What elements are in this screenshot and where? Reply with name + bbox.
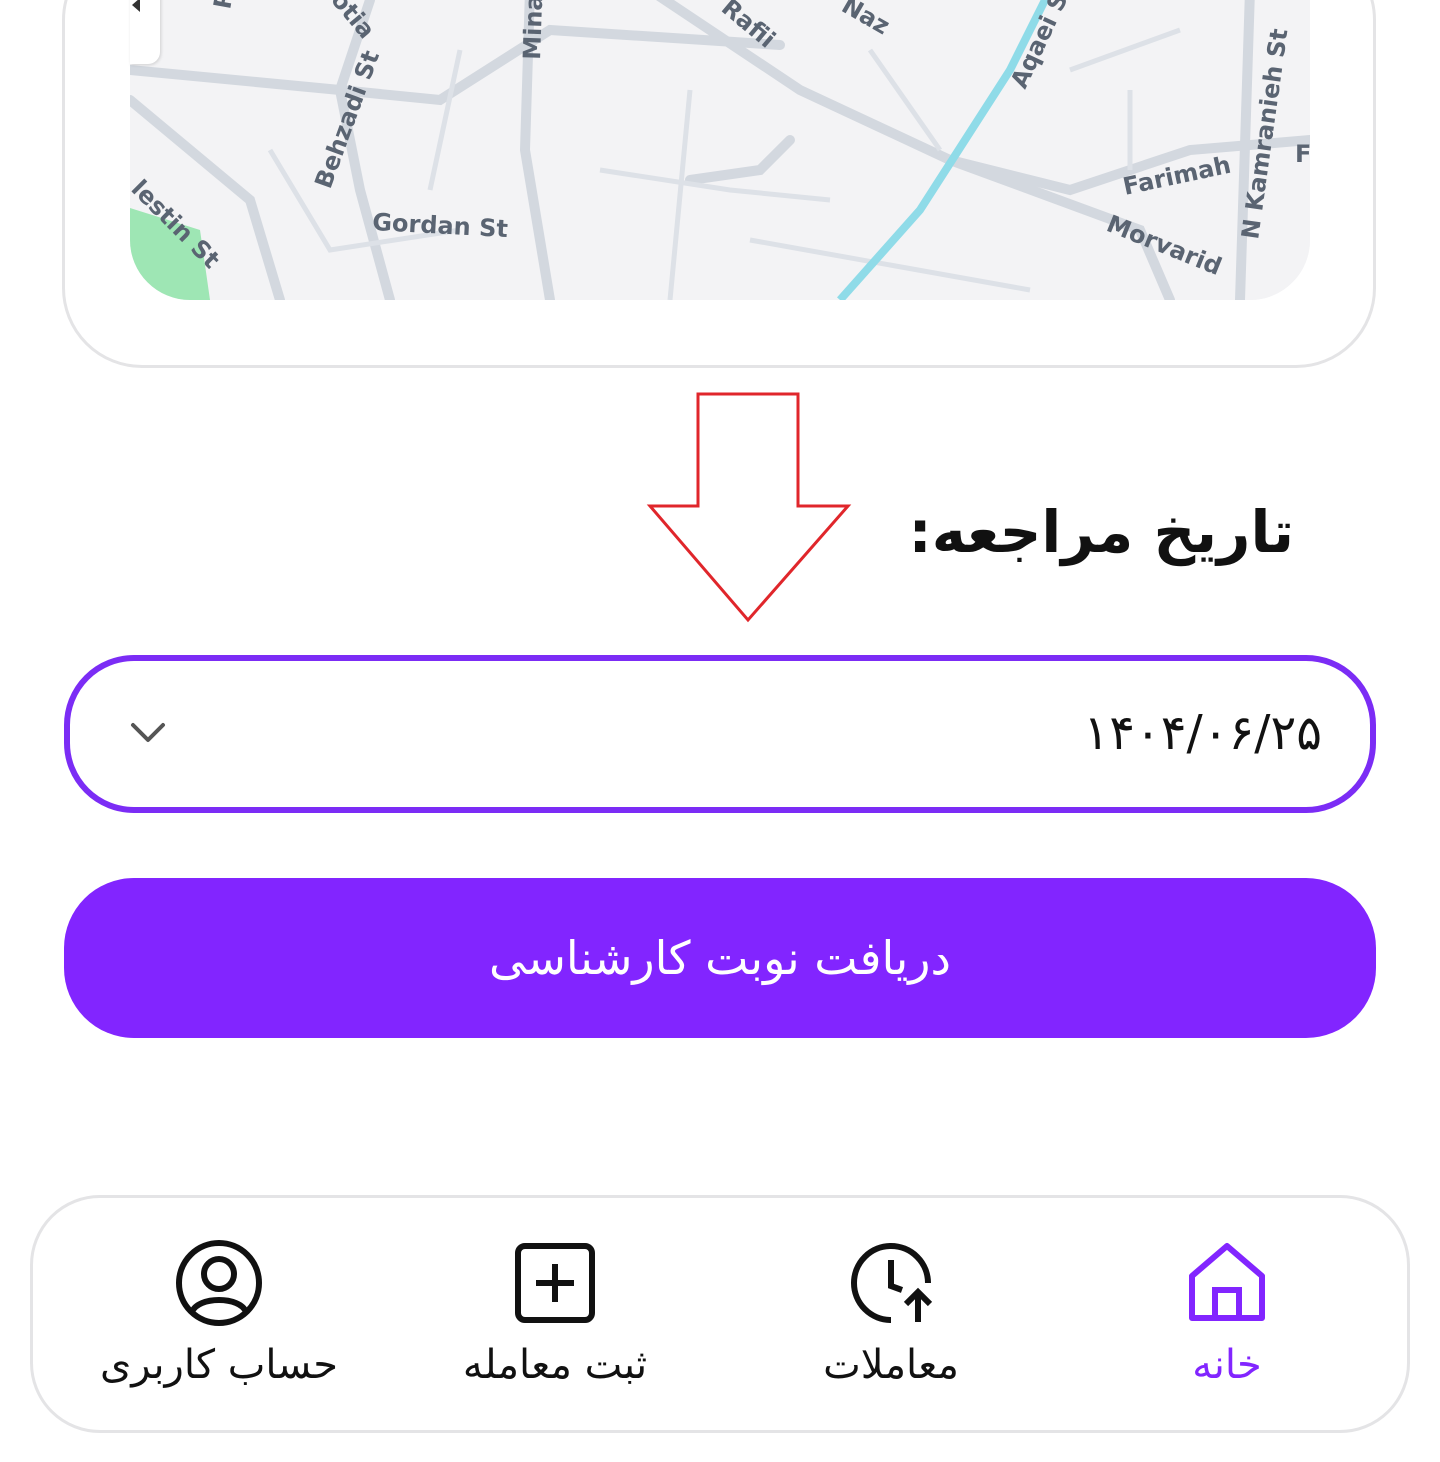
arrow-down-annotation <box>646 392 852 623</box>
map-collapse-handle[interactable] <box>130 0 160 64</box>
home-icon <box>1189 1243 1265 1321</box>
nav-label-home: خانه <box>1192 1342 1262 1388</box>
chevron-down-icon <box>131 723 165 742</box>
date-label: تاریخ مراجعه: <box>908 498 1295 566</box>
nav-item-transactions[interactable]: معاملات <box>741 1238 1041 1388</box>
plus-square-icon <box>515 1243 595 1323</box>
nav-label-account: حساب کاربری <box>99 1342 339 1388</box>
get-appointment-button[interactable]: دریافت نوبت کارشناسی <box>64 878 1376 1038</box>
map-view[interactable]: Ra otia Mina Rafii Naz Aqaei St Behzadi … <box>130 0 1310 300</box>
date-value: ۱۴۰۴/۰۶/۲۵ <box>1083 705 1322 761</box>
nav-item-account[interactable]: حساب کاربری <box>69 1238 369 1388</box>
map-street-label: F <box>1295 140 1310 168</box>
get-appointment-label: دریافت نوبت کارشناسی <box>489 931 951 985</box>
nav-item-home[interactable]: خانه <box>1077 1238 1377 1388</box>
nav-label-new-transaction: ثبت معامله <box>462 1342 648 1388</box>
bottom-navigation: حساب کاربری ثبت معامله معاملات خانه <box>30 1195 1410 1433</box>
date-select[interactable]: ۱۴۰۴/۰۶/۲۵ <box>64 655 1376 813</box>
map-street-label: Mina <box>518 0 548 60</box>
user-circle-icon <box>176 1240 262 1326</box>
nav-label-transactions: معاملات <box>823 1342 959 1388</box>
clock-arrow-icon <box>851 1243 933 1323</box>
nav-item-new-transaction[interactable]: ثبت معامله <box>405 1238 705 1388</box>
